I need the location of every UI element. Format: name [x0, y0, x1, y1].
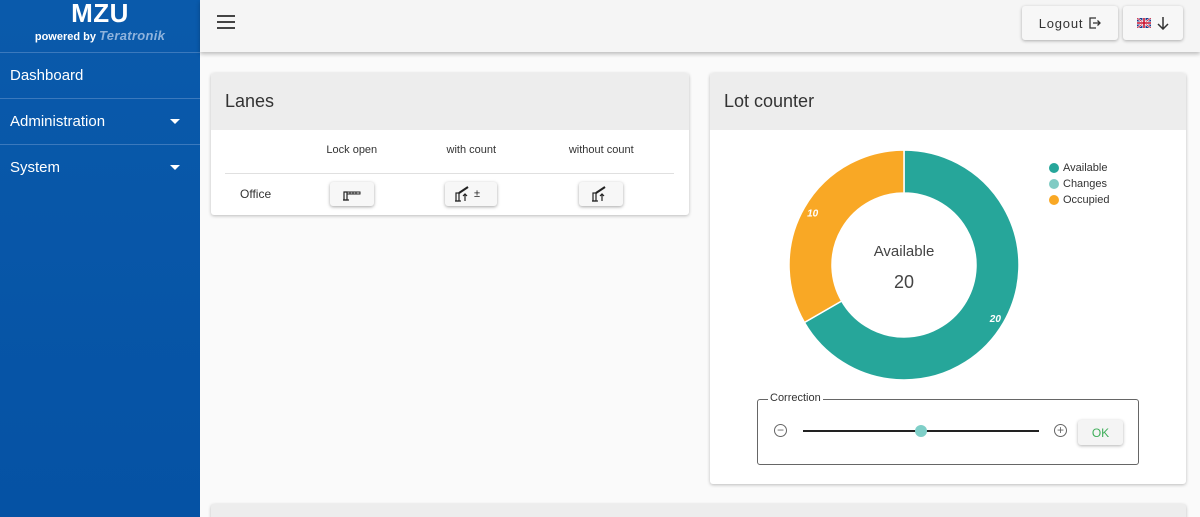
column-header-without-count: without count: [528, 138, 674, 174]
sidebar-item-label: Dashboard: [10, 67, 84, 84]
logout-label: Logout: [1038, 15, 1084, 31]
lot-counter-title: Lot counter: [710, 73, 1186, 130]
lanes-table: Lock open with count without count Offic…: [225, 138, 674, 215]
top-bar: Logout: [200, 0, 1200, 52]
menu-icon[interactable]: [217, 15, 235, 29]
table-header-row: Lock open with count without count: [225, 138, 674, 174]
column-header: [225, 138, 290, 174]
legend-item-changes[interactable]: Changes: [1049, 176, 1109, 192]
chart-center-value: 20: [893, 272, 915, 292]
chevron-down-icon: [170, 119, 180, 124]
legend-marker: [1049, 195, 1059, 205]
column-header-lock-open: Lock open: [289, 138, 415, 174]
sidebar-item-system[interactable]: System: [0, 144, 200, 190]
arrow-down-icon: [1157, 17, 1169, 30]
sidebar-item-administration[interactable]: Administration: [0, 98, 200, 144]
sidebar-item-dashboard[interactable]: Dashboard: [0, 52, 200, 98]
open-with-count-button[interactable]: ±: [445, 182, 498, 207]
table-row: Office ±: [225, 173, 674, 215]
svg-text:±: ±: [474, 188, 480, 200]
lane-name: Office: [240, 187, 272, 202]
logout-button[interactable]: Logout: [1022, 6, 1118, 40]
company-logo-text: Teratronik: [99, 28, 166, 43]
plus-circle-icon[interactable]: +: [1054, 424, 1067, 437]
legend-marker: [1049, 179, 1059, 189]
brand-subtitle: powered by Teratronik: [0, 28, 200, 43]
bottom-card: [211, 504, 1186, 517]
donut-chart: 2010: [788, 149, 1020, 381]
legend-item-occupied[interactable]: Occupied: [1049, 192, 1109, 208]
data-label-available: 20: [989, 314, 1002, 325]
slice-occupied[interactable]: [788, 149, 905, 324]
brand-title: MZU: [71, 0, 129, 28]
language-button[interactable]: [1123, 6, 1183, 40]
column-header-with-count: with count: [414, 138, 529, 174]
ok-button[interactable]: OK: [1078, 420, 1123, 445]
lock-open-button[interactable]: [329, 182, 374, 207]
chart-center-label: Available: [873, 243, 935, 260]
lanes-title: Lanes: [211, 73, 689, 130]
legend-marker: [1049, 163, 1059, 173]
lot-counter-card: Lot counter 20 10 Available 20 Available …: [710, 73, 1186, 484]
uk-flag-icon: [1137, 18, 1151, 28]
barrier-raise-count-icon: ±: [455, 186, 480, 202]
correction-label: Correction: [768, 392, 823, 404]
barrier-open-icon: [342, 191, 361, 201]
chevron-down-icon: [170, 165, 180, 170]
logout-icon: [1089, 17, 1102, 29]
legend-label: Occupied: [1063, 194, 1110, 206]
open-without-count-button[interactable]: [579, 182, 624, 207]
correction-slider-thumb[interactable]: [915, 425, 927, 437]
legend-label: Available: [1063, 162, 1108, 174]
lanes-card: Lanes Lock open with count without count…: [211, 73, 689, 215]
correction-group: Correction − + OK: [757, 392, 1139, 465]
legend-item-available[interactable]: Available: [1049, 160, 1109, 176]
brand-logo: MZU powered by Teratronik: [0, 0, 200, 52]
sidebar: MZU powered by Teratronik Dashboard Admi…: [0, 0, 200, 517]
data-label-occupied: 10: [807, 208, 819, 219]
legend-label: Changes: [1063, 178, 1108, 190]
barrier-raise-icon: [592, 186, 606, 202]
sidebar-item-label: Administration: [10, 113, 106, 130]
chart-legend: Available Changes Occupied: [1049, 160, 1109, 208]
minus-circle-icon[interactable]: −: [774, 424, 787, 437]
powered-by-text: powered by: [34, 31, 96, 43]
sidebar-item-label: System: [10, 159, 61, 176]
